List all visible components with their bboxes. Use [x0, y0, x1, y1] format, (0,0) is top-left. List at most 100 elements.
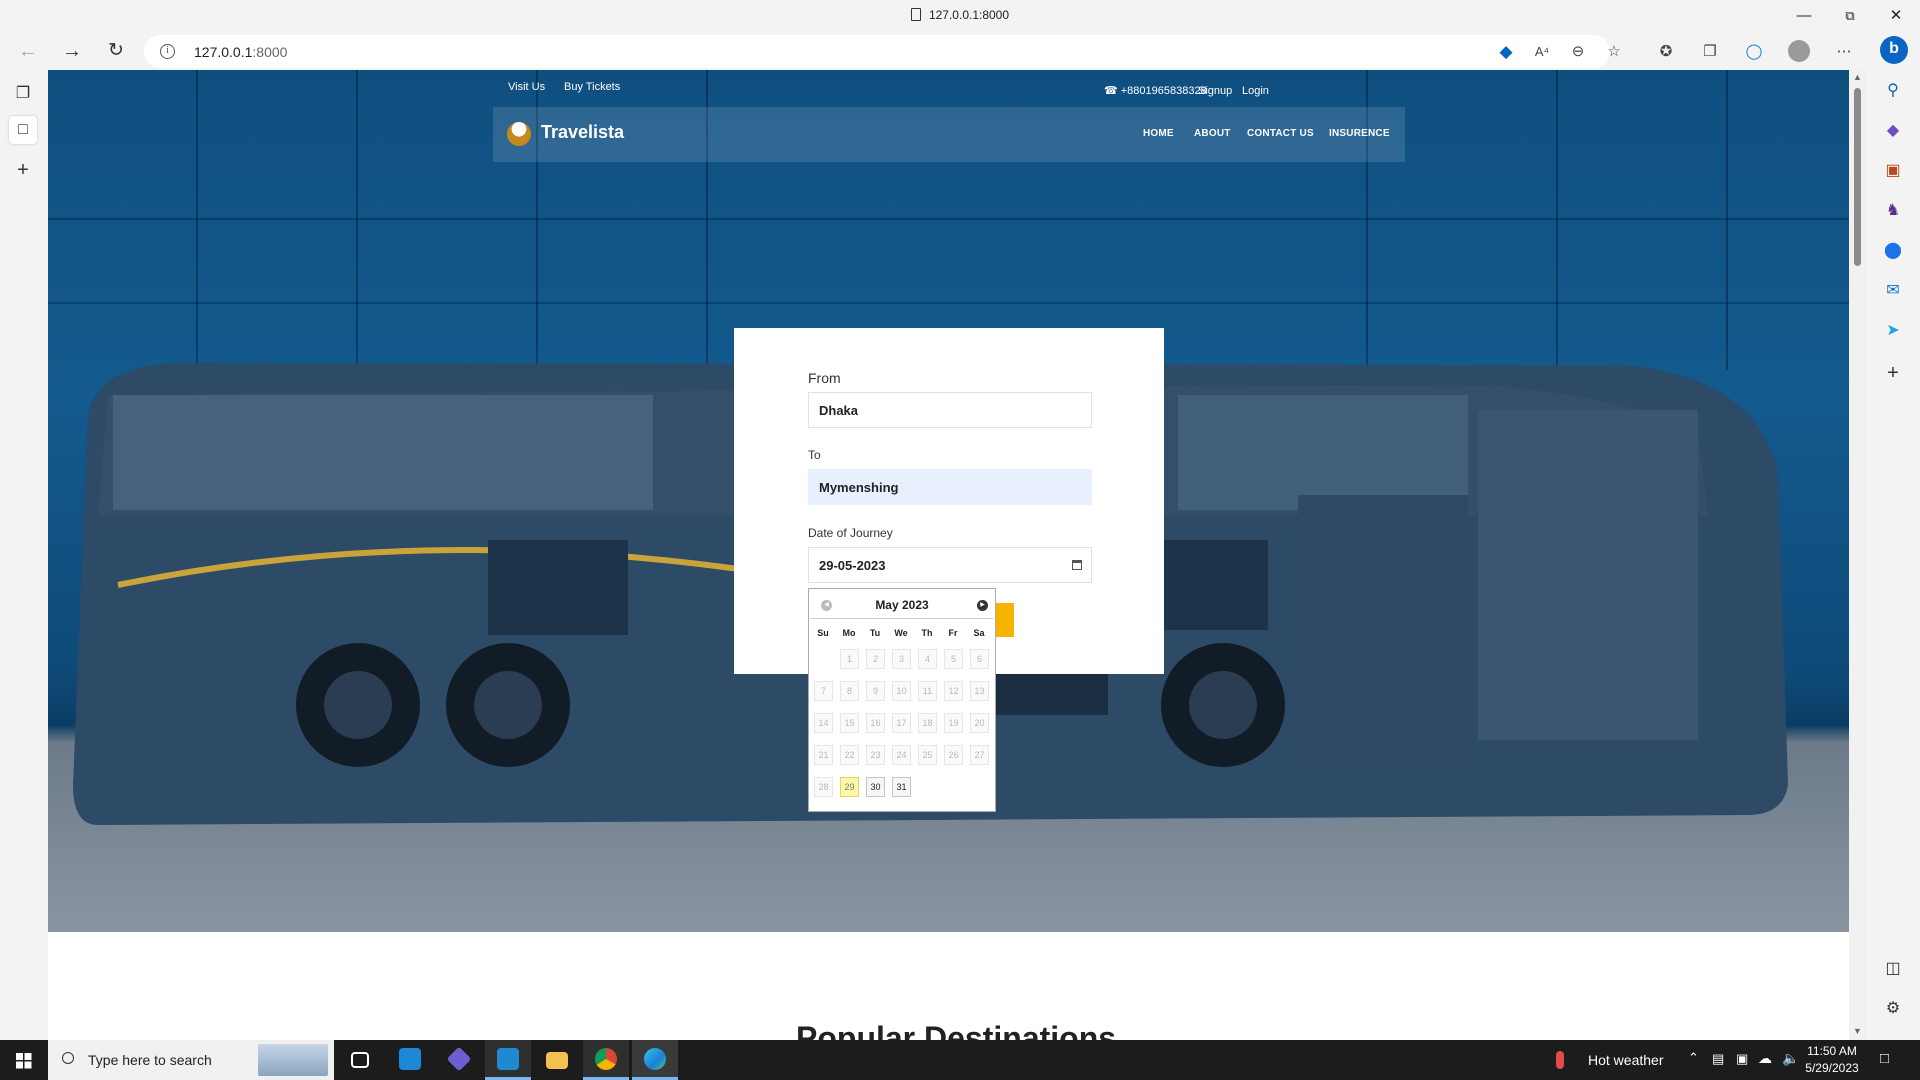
shopping-icon[interactable]: ◆ — [1880, 118, 1906, 144]
file-explorer-app[interactable] — [534, 1040, 580, 1080]
brand-name[interactable]: Travelista — [541, 122, 624, 143]
add-sidebar-app-icon[interactable]: + — [1880, 360, 1906, 386]
meet-now-icon[interactable]: ▣ — [1736, 1051, 1748, 1067]
tools-icon[interactable]: ▣ — [1880, 158, 1906, 184]
calendar-day: 18 — [918, 713, 937, 733]
calendar-day: 9 — [866, 681, 885, 701]
window-title-text: 127.0.0.1:8000 — [928, 8, 1010, 22]
show-hidden-icons-icon[interactable]: ⌃ — [1688, 1050, 1699, 1066]
chrome-app[interactable] — [583, 1040, 629, 1080]
mail-icon — [399, 1048, 421, 1070]
taskbar-search-placeholder: Type here to search — [88, 1052, 212, 1068]
next-month-icon[interactable]: ▶ — [977, 600, 988, 611]
weekday-label: Fr — [948, 628, 958, 638]
thermometer-icon[interactable] — [1556, 1051, 1564, 1069]
current-tab-page-icon[interactable]: □ — [9, 116, 37, 144]
copilot-app[interactable] — [436, 1040, 482, 1080]
from-field[interactable]: Dhaka — [808, 392, 1092, 428]
address-bar[interactable]: i 127.0.0.1:8000 ◆ A⁴ ⊖ ☆ — [144, 35, 1621, 68]
calendar-day: 24 — [892, 745, 911, 765]
zoom-out-icon[interactable]: ⊖ — [1568, 42, 1588, 62]
scroll-up-icon[interactable]: ▲ — [1853, 72, 1862, 82]
clock-time[interactable]: 11:50 AM — [1800, 1044, 1864, 1058]
weekday-label: Th — [921, 628, 933, 638]
window-title: 127.0.0.1:8000 — [0, 8, 1920, 22]
minimize-button[interactable]: — — [1784, 4, 1824, 28]
weekday-label: Tu — [869, 628, 881, 638]
page-icon — [910, 8, 921, 21]
page-scrollbar[interactable]: ▲ ▼ — [1849, 70, 1866, 1040]
from-label: From — [808, 370, 841, 386]
site-info-icon[interactable]: i — [160, 44, 175, 59]
restore-button[interactable]: ⧉ — [1830, 4, 1870, 28]
start-button[interactable] — [0, 1040, 48, 1080]
window-title-bar: 127.0.0.1:8000 — ⧉ ✕ — [0, 0, 1920, 32]
calendar-day: 2 — [866, 649, 885, 669]
bing-copilot-icon[interactable]: b — [1880, 36, 1908, 64]
nav-about[interactable]: ABOUT — [1194, 128, 1231, 139]
scrollbar-thumb[interactable] — [1854, 88, 1861, 266]
tab-actions-icon[interactable]: ❐ — [9, 80, 37, 108]
vscode-app[interactable] — [485, 1040, 531, 1080]
refresh-button[interactable]: ↻ — [100, 36, 132, 68]
search-icon[interactable]: ⚲ — [1880, 78, 1906, 104]
brand-logo-icon[interactable] — [507, 122, 531, 146]
drop-icon[interactable]: ➤ — [1880, 318, 1906, 344]
login-link[interactable]: Login — [1242, 80, 1269, 102]
facade-line — [48, 218, 1849, 220]
calendar-icon[interactable] — [1072, 560, 1082, 570]
games-icon[interactable]: ♞ — [1880, 198, 1906, 224]
signup-link[interactable]: Signup — [1198, 80, 1232, 102]
clock-date[interactable]: 5/29/2023 — [1800, 1061, 1864, 1075]
calendar-day[interactable]: 30 — [866, 777, 885, 797]
calendar-day: 10 — [892, 681, 911, 701]
url-text[interactable]: 127.0.0.1:8000 — [194, 44, 287, 60]
volume-icon[interactable]: 🔈 — [1782, 1050, 1799, 1067]
scroll-down-icon[interactable]: ▼ — [1853, 1026, 1862, 1036]
search-icon — [62, 1052, 74, 1064]
edge-apps-icon[interactable]: ◯ — [1744, 42, 1764, 62]
read-aloud-icon[interactable]: A⁴ — [1532, 42, 1552, 62]
network-icon[interactable]: ▤ — [1712, 1051, 1724, 1067]
calendar-day: 5 — [944, 649, 963, 669]
phone-number: ☎ +8801965838328 — [1104, 85, 1207, 97]
main-navbar: Travelista HOME ABOUT CONTACT US INSUREN… — [493, 107, 1405, 162]
facade-panel — [198, 70, 358, 370]
buy-tickets-link[interactable]: Buy Tickets — [564, 76, 620, 98]
outlook-icon[interactable]: ✉ — [1880, 278, 1906, 304]
calendar-day[interactable]: 31 — [892, 777, 911, 797]
back-button[interactable]: ← — [12, 36, 44, 68]
nav-home[interactable]: HOME — [1143, 128, 1174, 139]
profile-avatar[interactable] — [1788, 40, 1810, 62]
hide-sidebar-icon[interactable]: ◫ — [1880, 956, 1906, 982]
favorites-icon[interactable]: ✪ — [1656, 42, 1676, 62]
sidebar-settings-icon[interactable]: ⚙ — [1880, 996, 1906, 1022]
search-highlight-image[interactable] — [258, 1044, 328, 1076]
to-field[interactable]: Mymenshing — [808, 469, 1092, 505]
edge-app[interactable] — [632, 1040, 678, 1080]
shopping-tag-icon[interactable]: ◆ — [1496, 42, 1516, 62]
weekday-label: Sa — [973, 628, 985, 638]
calendar-day[interactable]: 29 — [840, 777, 859, 797]
nav-contact-us[interactable]: CONTACT US — [1247, 128, 1314, 139]
to-label: To — [808, 448, 821, 462]
calendar-day: 17 — [892, 713, 911, 733]
add-favorite-icon[interactable]: ☆ — [1604, 42, 1624, 62]
calendar-day: 3 — [892, 649, 911, 669]
collections-icon[interactable]: ❐ — [1700, 42, 1720, 62]
notifications-icon[interactable]: □ — [1880, 1050, 1889, 1067]
edge-sidebar: b ⚲ ◆ ▣ ♞ ⬤ ✉ ➤ + ◫ ⚙ — [1866, 32, 1920, 1040]
settings-more-icon[interactable]: ⋯ — [1834, 42, 1854, 62]
weather-text[interactable]: Hot weather — [1588, 1052, 1663, 1068]
forward-button[interactable]: → — [56, 36, 88, 68]
task-view-button[interactable] — [337, 1040, 383, 1080]
visit-us-link[interactable]: Visit Us — [508, 76, 545, 98]
date-of-journey-field[interactable]: 29-05-2023 — [808, 547, 1092, 583]
microsoft-365-icon[interactable]: ⬤ — [1880, 238, 1906, 264]
taskbar-search-box[interactable]: Type here to search — [48, 1040, 334, 1080]
new-tab-icon[interactable]: + — [9, 156, 37, 184]
close-button[interactable]: ✕ — [1876, 4, 1916, 28]
mail-app[interactable] — [387, 1040, 433, 1080]
nav-insurence[interactable]: INSURENCE — [1329, 128, 1390, 139]
onedrive-cloud-icon[interactable]: ☁ — [1758, 1050, 1772, 1067]
